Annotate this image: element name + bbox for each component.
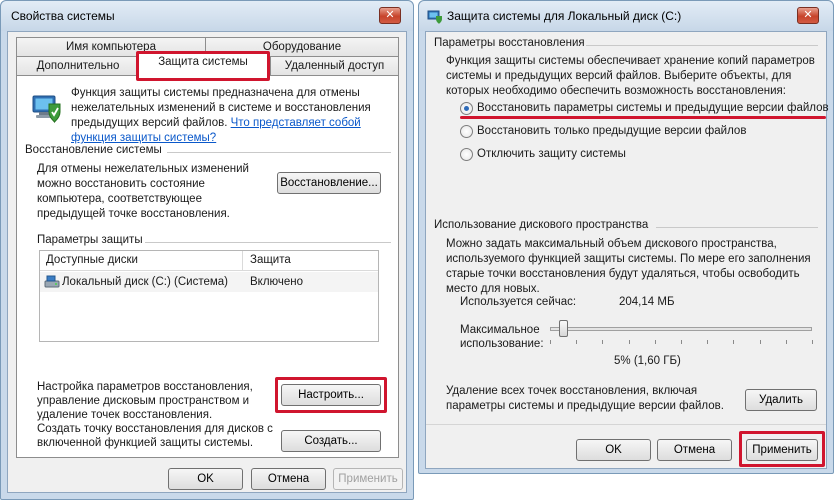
slider-tick [785, 340, 787, 344]
configure-button[interactable]: Настроить... [281, 384, 381, 406]
column-header-protection[interactable]: Защита [250, 254, 291, 266]
highlight-underline [460, 116, 826, 119]
tab-remote-access[interactable]: Удаленный доступ [270, 56, 399, 76]
table-header: Доступные диски Защита [40, 251, 378, 271]
create-button[interactable]: Создать... [281, 430, 381, 452]
option-label-disable-protection[interactable]: Отключить защиту системы [477, 148, 626, 160]
close-button[interactable]: ✕ [797, 7, 819, 24]
drive-protection-status: Включено [250, 276, 304, 288]
disk-usage-title: Использование дискового пространства [434, 219, 649, 231]
group-divider [167, 152, 391, 153]
protection-group-title: Параметры защиты [37, 234, 143, 246]
cancel-button[interactable]: Отмена [251, 468, 326, 490]
tab-advanced[interactable]: Дополнительно [16, 56, 140, 76]
cancel-button[interactable]: Отмена [657, 439, 732, 461]
tab-label: Дополнительно [36, 60, 120, 72]
intro-text: Функция защиты системы предназначена для… [71, 86, 391, 146]
slider-track [550, 327, 812, 331]
tab-label: Удаленный доступ [284, 60, 385, 72]
drive-icon [44, 274, 60, 293]
window-title: Свойства системы [11, 9, 115, 23]
footer-divider [426, 424, 826, 425]
slider-thumb[interactable] [559, 320, 569, 337]
radio-restore-settings-and-files[interactable] [460, 102, 473, 115]
create-description: Создать точку восстановления для дисков … [37, 423, 273, 449]
apply-button[interactable]: Применить [333, 468, 403, 490]
used-space-label: Используется сейчас: [460, 296, 577, 308]
system-protection-drive-window: Защита системы для Локальный диск (C:) ✕… [418, 0, 834, 474]
max-usage-slider[interactable] [544, 320, 818, 348]
dialog-body: Имя компьютера Оборудование Дополнительн… [7, 31, 407, 493]
radio-disable-protection[interactable] [460, 148, 473, 161]
title-bar[interactable]: Свойства системы ✕ [1, 1, 413, 31]
slider-tick [812, 340, 813, 344]
tab-label: Защита системы [158, 56, 248, 68]
table-row[interactable]: Локальный диск (C:) (Система) Включено [40, 272, 378, 292]
slider-ticks [544, 340, 818, 344]
slider-tick [654, 340, 656, 344]
disk-usage-description: Можно задать максимальный объем дисковог… [446, 238, 811, 295]
tab-label: Оборудование [262, 41, 342, 53]
help-link[interactable]: Что представляет собой [231, 117, 361, 129]
window-icon [427, 8, 443, 27]
delete-description: Удаление всех точек восстановления, вклю… [446, 385, 724, 412]
slider-tick [733, 340, 735, 344]
system-protection-icon [29, 90, 63, 124]
help-link-continued[interactable]: функция защиты системы? [71, 132, 216, 144]
apply-button[interactable]: Применить [746, 439, 818, 461]
slider-value-text: 5% (1,60 ГБ) [614, 355, 681, 367]
drive-name: Локальный диск (C:) (Система) [62, 276, 228, 288]
max-usage-label-line2: использование: [460, 338, 544, 350]
ok-button[interactable]: OK [576, 439, 651, 461]
slider-tick [759, 340, 761, 344]
column-header-drives[interactable]: Доступные диски [46, 254, 138, 266]
used-space-value: 204,14 МБ [619, 296, 675, 308]
tab-system-protection[interactable]: Защита системы [138, 52, 268, 76]
restore-description: Для отмены нежелательных изменений можно… [37, 163, 249, 220]
group-divider [145, 242, 391, 243]
group-divider [656, 227, 818, 228]
slider-tick [628, 340, 630, 344]
slider-tick [602, 340, 604, 344]
system-restore-button[interactable]: Восстановление... [277, 172, 381, 194]
max-usage-label-line1: Максимальное [460, 324, 540, 336]
restore-group-title: Восстановление системы [25, 144, 162, 156]
radio-restore-files-only[interactable] [460, 125, 473, 138]
slider-tick [681, 340, 682, 344]
option-label-restore-files-only[interactable]: Восстановить только предыдущие версии фа… [477, 125, 746, 137]
option-label-restore-settings-and-files[interactable]: Восстановить параметры системы и предыду… [477, 102, 829, 114]
slider-tick [550, 340, 551, 344]
configure-description: Настройка параметров восстановления, упр… [37, 381, 253, 421]
window-title: Защита системы для Локальный диск (C:) [447, 9, 682, 23]
restore-settings-description: Функция защиты системы обеспечивает хран… [446, 55, 815, 97]
delete-button[interactable]: Удалить [745, 389, 817, 411]
group-divider [586, 45, 818, 46]
close-button[interactable]: ✕ [379, 7, 401, 24]
dialog-body: Параметры восстановления Функция защиты … [425, 31, 829, 469]
tab-page: Функция защиты системы предназначена для… [16, 75, 399, 458]
system-properties-window: Свойства системы ✕ Имя компьютера Оборуд… [0, 0, 414, 500]
drives-table: Доступные диски Защита Локальный диск (C… [39, 250, 379, 342]
column-separator [242, 251, 243, 271]
slider-tick [576, 340, 578, 344]
ok-button[interactable]: OK [168, 468, 243, 490]
restore-settings-title: Параметры восстановления [434, 37, 585, 49]
title-bar[interactable]: Защита системы для Локальный диск (C:) ✕ [419, 1, 833, 31]
slider-tick [707, 340, 709, 344]
